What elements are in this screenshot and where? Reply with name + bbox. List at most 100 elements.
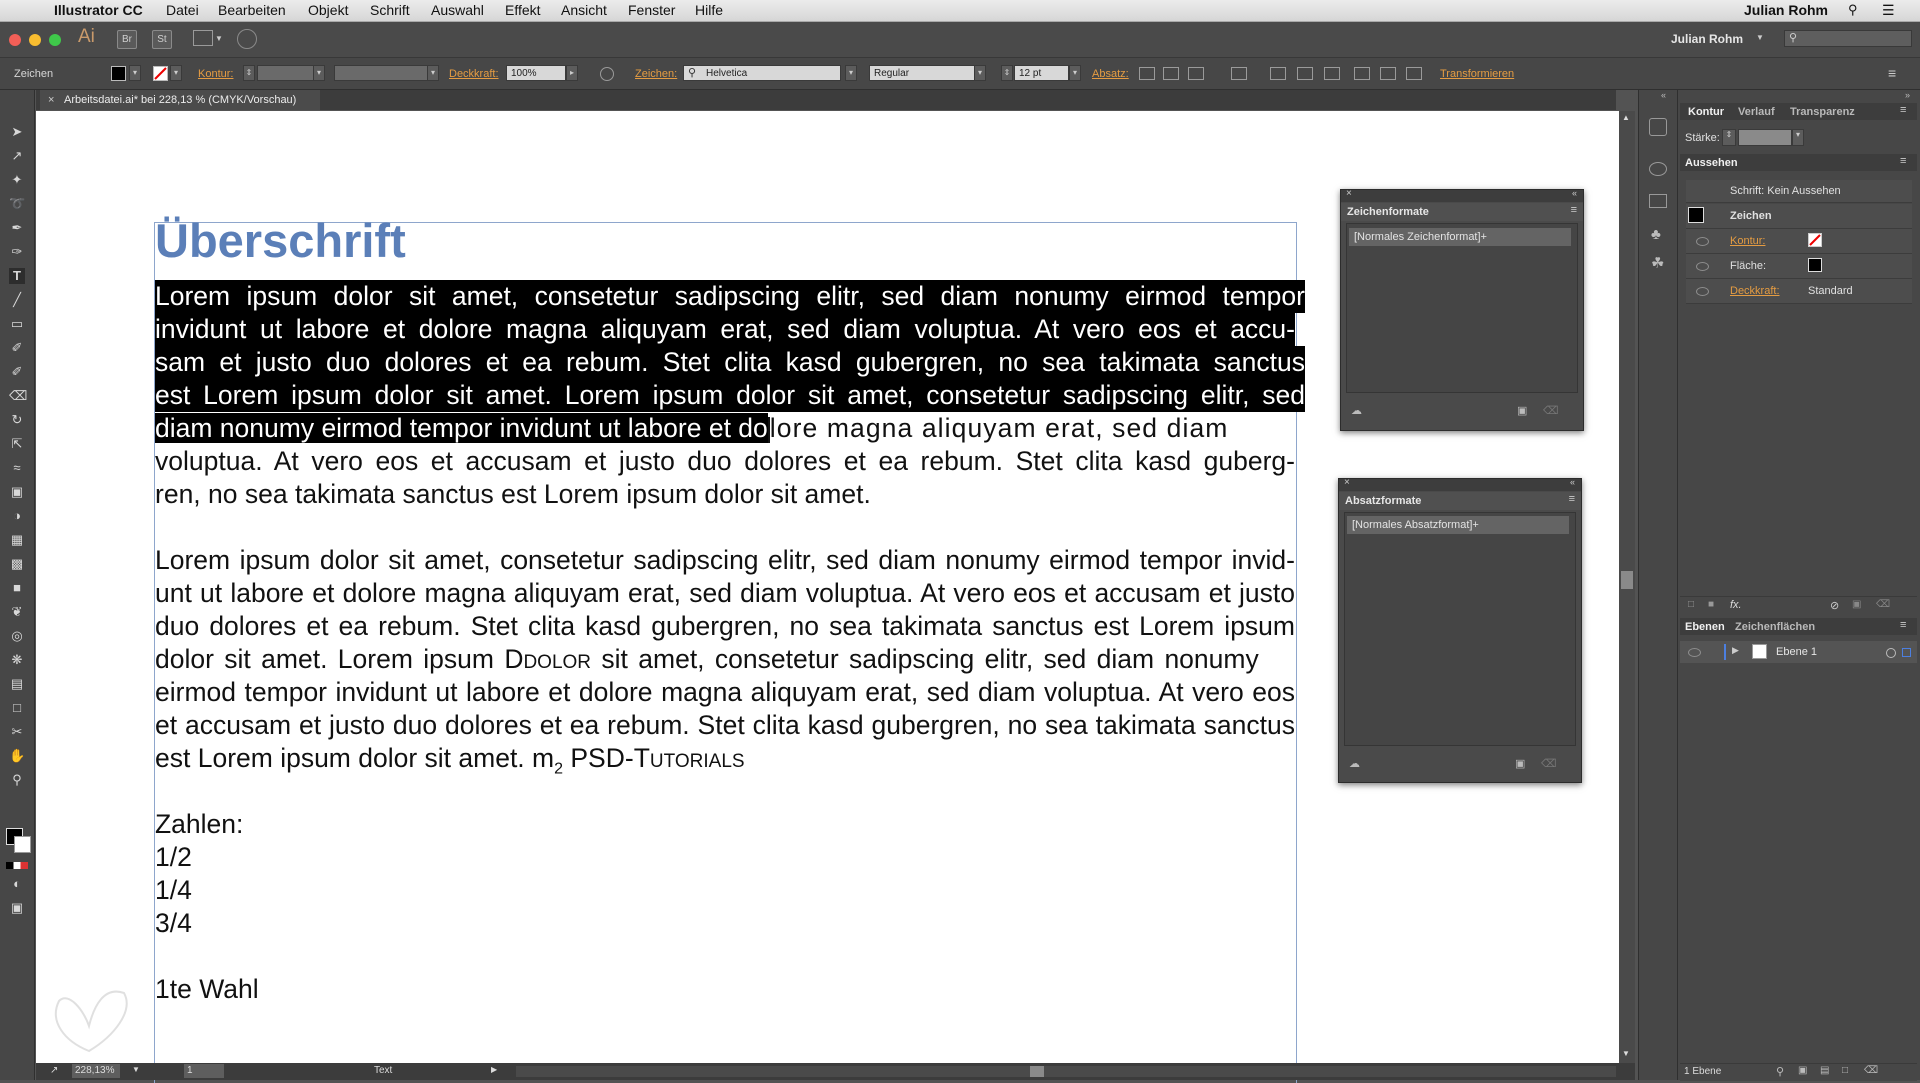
panel-menu-icon[interactable]: ≡ — [1900, 619, 1906, 631]
swatches-panel-icon[interactable] — [1649, 194, 1667, 208]
panel-header[interactable]: × « — [1341, 188, 1583, 202]
scroll-down-arrow-icon[interactable]: ▼ — [1622, 1049, 1630, 1058]
minimize-window-button[interactable] — [29, 34, 41, 46]
cloud-library-icon[interactable]: ☁ — [1349, 757, 1360, 770]
paintbrush-tool-icon[interactable]: ✐ — [9, 340, 25, 356]
gpu-performance-icon[interactable] — [237, 29, 257, 49]
tab-ebenen[interactable]: Ebenen — [1685, 621, 1725, 633]
menu-schrift[interactable]: Schrift — [370, 2, 410, 18]
text-line[interactable]: et accusam et justo duo dolores et ea re… — [155, 709, 1295, 742]
stroke-weight-stepper[interactable]: ⇕ — [243, 65, 255, 81]
menu-effekt[interactable]: Effekt — [505, 2, 541, 18]
text-line[interactable]: 1/2 — [155, 841, 1295, 874]
app-menu[interactable]: Illustrator CC — [54, 2, 143, 18]
align-bottom-edges-icon[interactable] — [1406, 67, 1422, 80]
new-sublayer-icon[interactable]: ▤ — [1820, 1065, 1829, 1076]
text-line[interactable]: est Lorem ipsum dolor sit amet. Lorem ip… — [155, 379, 1305, 412]
text-line[interactable]: eirmod tempor invidunt ut labore et dolo… — [155, 676, 1295, 709]
chevron-down-icon[interactable]: ▼ — [1756, 33, 1764, 42]
text-line[interactable]: diam nonumy eirmod tempor invidunt ut la… — [155, 412, 1295, 445]
type-tool-icon[interactable]: T — [9, 268, 25, 284]
appearance-row-flaeche[interactable]: Fläche: — [1686, 254, 1912, 279]
delete-style-icon[interactable]: ⌫ — [1543, 404, 1559, 417]
shape-builder-tool-icon[interactable]: ◑ — [9, 508, 25, 524]
vertical-scrollbar[interactable]: ▲ ▼ — [1619, 111, 1635, 1063]
delete-style-icon[interactable]: ⌫ — [1541, 757, 1557, 770]
panel-menu-icon[interactable]: ≡ — [1571, 204, 1577, 216]
fill-dropdown[interactable]: ▾ — [129, 65, 141, 81]
tab-zeichenflaechen[interactable]: Zeichenflächen — [1735, 621, 1815, 633]
scroll-up-arrow-icon[interactable]: ▲ — [1622, 113, 1630, 122]
appearance-panel-icon[interactable] — [1649, 162, 1667, 176]
magic-wand-tool-icon[interactable]: ✦ — [9, 172, 25, 188]
visibility-eye-icon[interactable] — [1696, 237, 1709, 246]
expand-dock-icon[interactable]: « — [1661, 90, 1666, 100]
text-line[interactable]: unt ut labore et dolore magna aliquyam e… — [155, 577, 1295, 610]
brush-definition-dropdown[interactable]: ▾ — [427, 65, 439, 81]
artboard-number-field[interactable]: 1 — [184, 1064, 224, 1078]
align-horizontal-center-icon[interactable] — [1297, 67, 1313, 80]
align-vertical-center-icon[interactable] — [1380, 67, 1396, 80]
slice-tool-icon[interactable]: ✂ — [9, 724, 25, 740]
tab-transparenz[interactable]: Transparenz — [1790, 106, 1855, 118]
text-line[interactable]: 3/4 — [155, 907, 1295, 940]
text-line[interactable]: ren, no sea takimata sanctus est Lorem i… — [155, 478, 1295, 511]
transformieren-link[interactable]: Transformieren — [1440, 68, 1514, 80]
font-size-stepper[interactable]: ⇕ — [1001, 65, 1013, 81]
close-panel-icon[interactable]: × — [1346, 188, 1352, 199]
text-line[interactable]: sam et justo duo dolores et ea rebum. St… — [155, 346, 1305, 379]
opacity-arrow[interactable]: ▸ — [566, 65, 578, 81]
collapse-dock-icon[interactable]: » — [1905, 90, 1910, 100]
font-size-dropdown[interactable]: ▾ — [1069, 65, 1081, 81]
align-right-icon[interactable] — [1188, 67, 1204, 80]
share-icon[interactable]: ↗ — [50, 1065, 58, 1076]
close-panel-icon[interactable]: × — [1344, 477, 1350, 488]
panel-menu-icon[interactable]: ≡ — [1900, 104, 1906, 116]
help-search-input[interactable]: ⚲ — [1784, 30, 1912, 47]
align-left-edges-icon[interactable] — [1270, 67, 1286, 80]
direct-selection-tool-icon[interactable]: ↗ — [9, 148, 25, 164]
layer-selection-indicator[interactable] — [1902, 648, 1911, 657]
arrange-documents-icon[interactable] — [193, 30, 213, 46]
mesh-tool-icon[interactable]: ▩ — [9, 556, 25, 572]
line-tool-icon[interactable]: ╱ — [9, 292, 25, 308]
visibility-eye-icon[interactable] — [1696, 287, 1709, 296]
panel-title[interactable]: Zeichenformate — [1341, 203, 1583, 221]
font-family-dropdown[interactable]: ▾ — [845, 65, 857, 81]
stock-button[interactable]: St — [152, 30, 172, 49]
blend-tool-icon[interactable]: ◎ — [9, 628, 25, 644]
layer-target-icon[interactable] — [1886, 648, 1896, 658]
appearance-row-zeichen[interactable]: Zeichen — [1686, 204, 1912, 229]
stroke-weight-dropdown[interactable]: ▾ — [313, 65, 325, 81]
collapse-panel-icon[interactable]: « — [1570, 477, 1575, 487]
document-heading[interactable]: Überschrift — [155, 213, 406, 268]
absatz-label[interactable]: Absatz: — [1092, 68, 1129, 80]
stroke-none-swatch[interactable] — [1808, 233, 1822, 247]
duplicate-item-icon[interactable]: ▣ — [1852, 599, 1861, 610]
kontur-label[interactable]: Kontur: — [198, 68, 233, 80]
menu-fenster[interactable]: Fenster — [628, 2, 675, 18]
font-family-field[interactable]: Helvetica — [683, 65, 841, 81]
stroke-dropdown[interactable]: ▾ — [170, 65, 182, 81]
chevron-down-icon[interactable]: ▼ — [215, 34, 223, 43]
text-line[interactable]: dolor sit amet. Lorem ipsum Ddolor sit a… — [155, 643, 1295, 676]
tab-verlauf[interactable]: Verlauf — [1738, 106, 1775, 118]
hand-tool-icon[interactable]: ✋ — [9, 748, 25, 764]
clipping-mask-icon[interactable]: ▣ — [1798, 1065, 1807, 1076]
stroke-weight-input[interactable] — [1738, 129, 1792, 146]
text-segment[interactable]: est Lorem ipsum dolor sit amet. m — [155, 743, 554, 773]
text-line[interactable]: est Lorem ipsum dolor sit amet. m2 PSD-T… — [155, 742, 1295, 777]
close-window-button[interactable] — [9, 34, 21, 46]
expand-layer-icon[interactable]: ▶ — [1732, 645, 1739, 656]
small-caps-word[interactable]: Ddolor — [504, 644, 591, 674]
layer-name[interactable]: Ebene 1 — [1776, 646, 1817, 658]
text-line[interactable]: voluptua. At vero eos et accusam et just… — [155, 445, 1295, 478]
selection-tool-icon[interactable]: ➤ — [9, 124, 25, 140]
symbol-sprayer-tool-icon[interactable]: ❋ — [9, 652, 25, 668]
clear-appearance-icon[interactable]: ⊘ — [1830, 599, 1839, 612]
rotate-tool-icon[interactable]: ↻ — [9, 412, 25, 428]
appearance-deckkraft-label[interactable]: Deckkraft: — [1730, 285, 1780, 297]
menu-datei[interactable]: Datei — [166, 2, 199, 18]
normal-character-style[interactable]: [Normales Zeichenformat]+ — [1349, 228, 1571, 246]
zoom-window-button[interactable] — [49, 34, 61, 46]
